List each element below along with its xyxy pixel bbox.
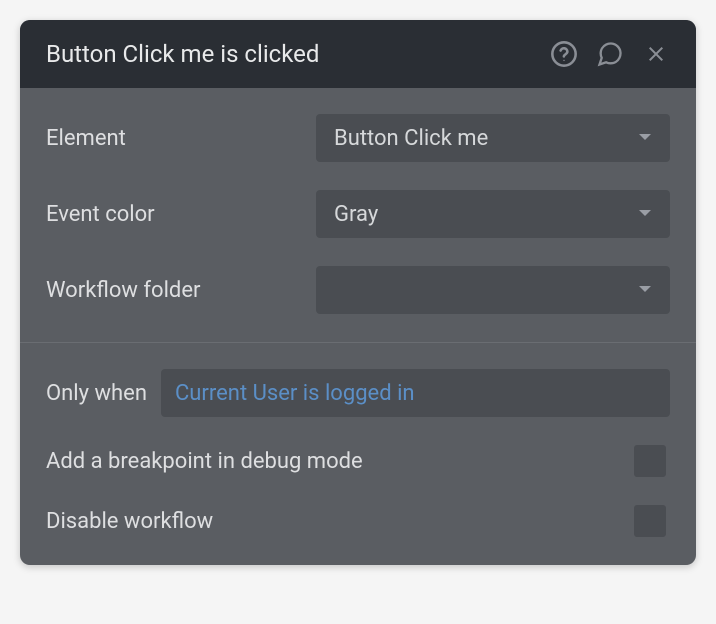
element-label: Element xyxy=(46,126,316,151)
chevron-down-icon xyxy=(638,133,652,143)
element-select[interactable]: Button Click me xyxy=(316,114,670,162)
event-color-value: Gray xyxy=(334,202,378,227)
event-color-field-row: Event color Gray xyxy=(46,190,670,238)
event-color-select[interactable]: Gray xyxy=(316,190,670,238)
disable-workflow-row: Disable workflow xyxy=(46,505,670,537)
disable-workflow-label: Disable workflow xyxy=(46,509,213,534)
event-color-label: Event color xyxy=(46,202,316,227)
chevron-down-icon xyxy=(638,285,652,295)
only-when-input[interactable]: Current User is logged in xyxy=(161,369,670,417)
breakpoint-checkbox[interactable] xyxy=(634,445,666,477)
workflow-folder-field-row: Workflow folder xyxy=(46,266,670,314)
only-when-value: Current User is logged in xyxy=(175,381,415,406)
help-icon[interactable] xyxy=(550,40,578,68)
element-value: Button Click me xyxy=(334,126,488,151)
panel-body: Element Button Click me Event color Gray… xyxy=(20,88,696,537)
only-when-label: Only when xyxy=(46,381,147,406)
header-actions xyxy=(550,40,670,68)
only-when-row: Only when Current User is logged in xyxy=(46,369,670,417)
element-field-row: Element Button Click me xyxy=(46,114,670,162)
close-icon[interactable] xyxy=(642,40,670,68)
breakpoint-label: Add a breakpoint in debug mode xyxy=(46,449,363,474)
disable-workflow-checkbox[interactable] xyxy=(634,505,666,537)
section-divider xyxy=(20,342,696,343)
breakpoint-row: Add a breakpoint in debug mode xyxy=(46,445,670,477)
workflow-folder-label: Workflow folder xyxy=(46,278,316,303)
comment-icon[interactable] xyxy=(596,40,624,68)
panel-title: Button Click me is clicked xyxy=(46,40,319,68)
panel-header: Button Click me is clicked xyxy=(20,20,696,88)
workflow-settings-panel: Button Click me is clicked xyxy=(20,20,696,565)
workflow-folder-select[interactable] xyxy=(316,266,670,314)
chevron-down-icon xyxy=(638,209,652,219)
